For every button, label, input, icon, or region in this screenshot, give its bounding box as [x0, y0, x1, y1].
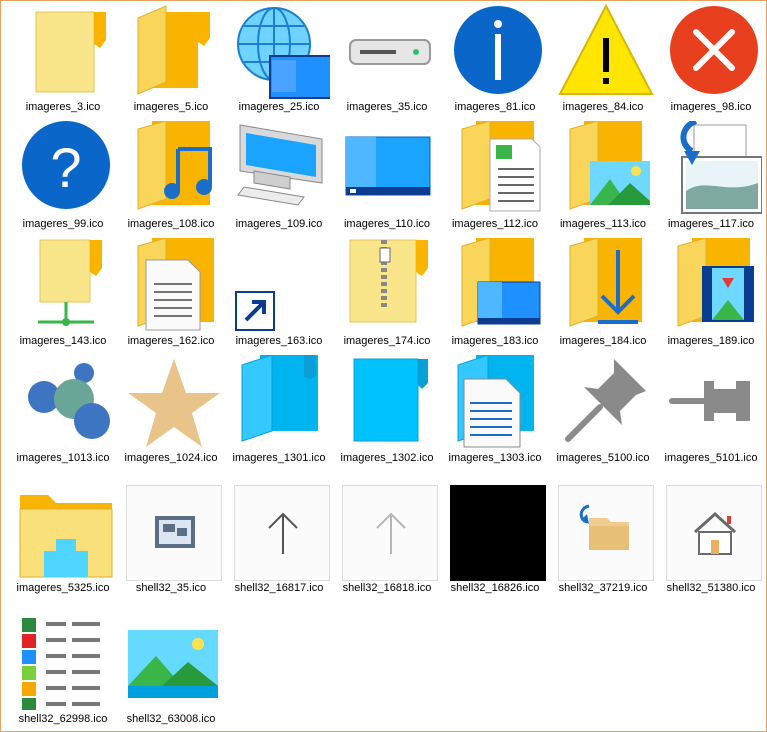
file-label: imageres_99.ico: [22, 218, 104, 230]
globe-network-icon: [234, 4, 330, 100]
network-folder-icon: [18, 238, 114, 334]
folder-icon: [18, 4, 114, 100]
file-label: imageres_189.ico: [667, 335, 755, 347]
desktop-folder-icon: [450, 238, 546, 334]
file-label: shell32_35.ico: [135, 582, 207, 594]
file-label: imageres_5100.ico: [556, 452, 650, 464]
file-label: imageres_117.ico: [667, 218, 754, 230]
file-label: imageres_184.ico: [559, 335, 647, 347]
home-folder-icon: [18, 485, 114, 581]
file-label: imageres_108.ico: [127, 218, 215, 230]
file-label: imageres_183.ico: [451, 335, 539, 347]
music-folder-icon: [126, 121, 222, 217]
color-list-icon: [18, 616, 114, 712]
svg-text:?: ?: [50, 136, 81, 199]
file-label: imageres_113.ico: [559, 218, 646, 230]
document-folder-icon: [126, 238, 222, 334]
up-arrow-icon: [234, 485, 330, 581]
file-label: imageres_1024.ico: [124, 452, 218, 464]
file-label: shell32_51380.ico: [666, 582, 756, 594]
zip-folder-icon: [342, 238, 438, 334]
pictures-folder-icon: [558, 121, 654, 217]
file-label: imageres_1013.ico: [16, 452, 110, 464]
warning-icon: [558, 4, 654, 100]
file-label: imageres_5101.ico: [664, 452, 758, 464]
blue-open-folder-icon: [234, 355, 330, 451]
shortcut-arrow-icon: [234, 238, 330, 334]
file-label: imageres_1303.ico: [448, 452, 542, 464]
star-icon: [126, 355, 222, 451]
file-label: imageres_162.ico: [127, 335, 215, 347]
file-label: imageres_112.ico: [451, 218, 538, 230]
file-label: imageres_174.ico: [343, 335, 431, 347]
error-icon: [666, 4, 762, 100]
file-label: imageres_1301.ico: [232, 452, 326, 464]
window-icon: [126, 485, 222, 581]
drive-icon: [342, 4, 438, 100]
desktop-icon: [342, 121, 438, 217]
up-arrow-light-icon: [342, 485, 438, 581]
file-label: imageres_98.ico: [670, 101, 752, 113]
file-label: shell32_62998.ico: [18, 713, 108, 725]
file-label: imageres_143.ico: [19, 335, 107, 347]
file-label: imageres_5325.ico: [16, 582, 110, 594]
help-icon: ?: [18, 121, 114, 217]
black-square-icon: [450, 485, 546, 581]
open-folder-icon: [126, 4, 222, 100]
file-label: shell32_16817.ico: [234, 582, 324, 594]
file-label: shell32_37219.ico: [558, 582, 648, 594]
image-import-icon: [666, 121, 762, 217]
people-bubbles-icon: [18, 355, 114, 451]
file-label: shell32_16818.ico: [342, 582, 432, 594]
documents-folder-icon: [450, 121, 546, 217]
pin-sideways-icon: [666, 355, 762, 451]
folder-return-icon: [558, 485, 654, 581]
file-label: imageres_5.ico: [133, 101, 209, 113]
pin-icon: [558, 355, 654, 451]
downloads-folder-icon: [558, 238, 654, 334]
file-label: imageres_1302.ico: [340, 452, 434, 464]
file-label: imageres_163.ico: [235, 335, 323, 347]
file-label: shell32_63008.ico: [126, 713, 216, 725]
icon-grid: imageres_3.ico imageres_5.ico imageres_2…: [0, 0, 767, 732]
house-icon: [666, 485, 762, 581]
blue-folder-icon: [342, 355, 438, 451]
file-label: imageres_110.ico: [343, 218, 430, 230]
videos-folder-icon: [666, 238, 762, 334]
file-label: imageres_25.ico: [238, 101, 320, 113]
file-label: imageres_81.ico: [454, 101, 536, 113]
file-label: imageres_35.ico: [346, 101, 428, 113]
landscape-image-icon: [126, 616, 222, 712]
file-label: imageres_109.ico: [235, 218, 323, 230]
file-label: imageres_84.ico: [562, 101, 644, 113]
file-label: shell32_16826.ico: [450, 582, 540, 594]
blue-document-folder-icon: [450, 355, 546, 451]
info-icon: [450, 4, 546, 100]
computer-icon: [234, 121, 330, 217]
file-label: imageres_3.ico: [25, 101, 101, 113]
